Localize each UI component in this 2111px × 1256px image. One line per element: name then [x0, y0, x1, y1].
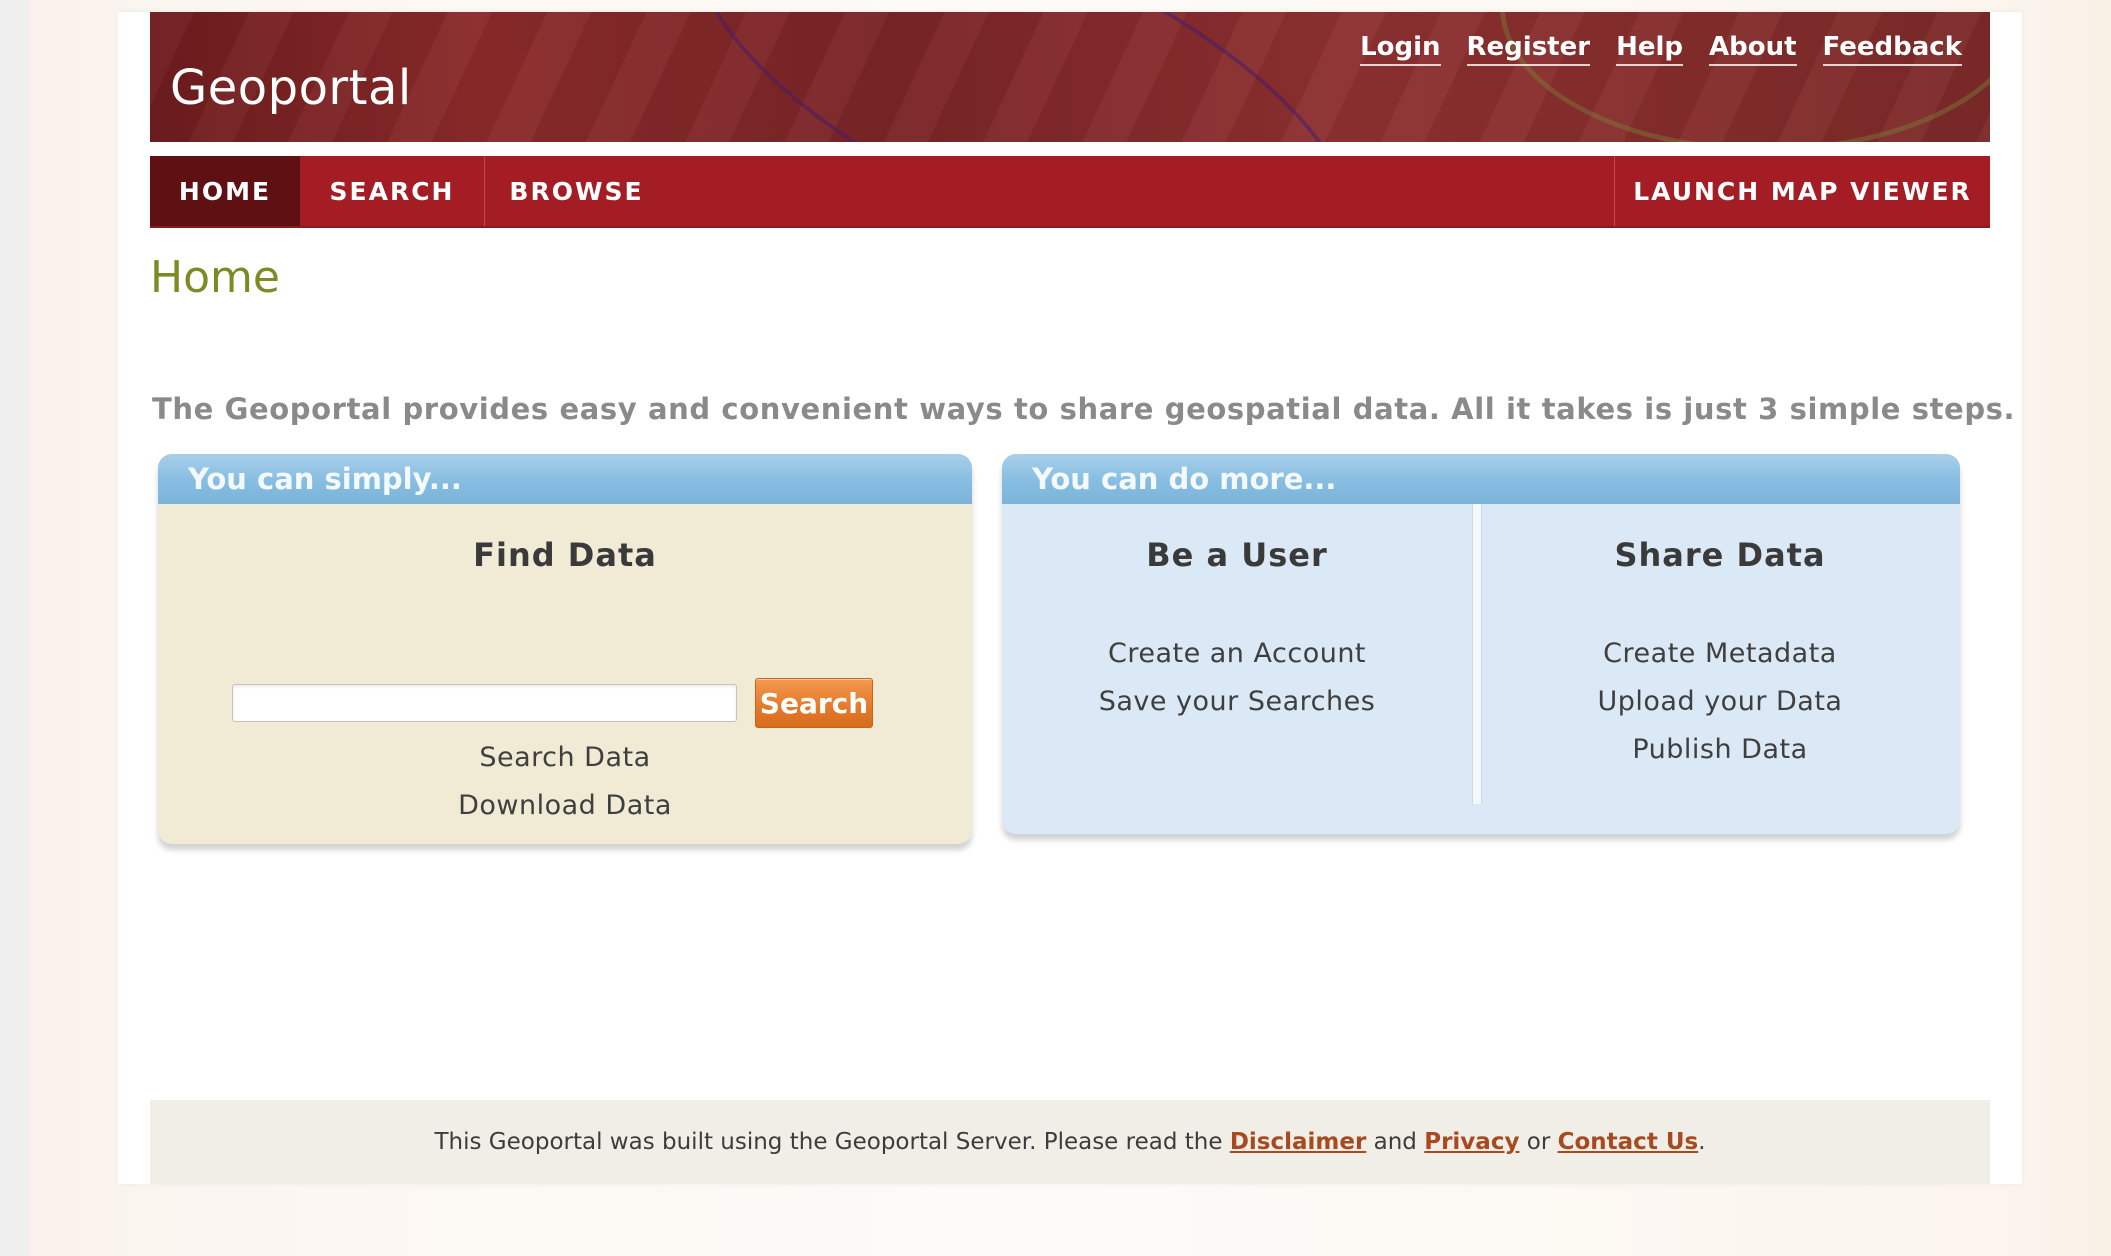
tab-search[interactable]: SEARCH — [300, 156, 485, 226]
intro-text: The Geoportal provides easy and convenie… — [152, 392, 2016, 426]
user-links: Create an Account Save your Searches — [1002, 630, 1472, 726]
simple-panel: You can simply... Find Data Search Searc… — [158, 454, 972, 844]
feedback-link[interactable]: Feedback — [1822, 32, 1962, 66]
help-link[interactable]: Help — [1616, 32, 1683, 66]
search-data-link[interactable]: Search Data — [158, 734, 972, 782]
footer-or: or — [1526, 1129, 1551, 1155]
page-container: Geoportal Login Register Help About Feed… — [118, 12, 2022, 1184]
search-input[interactable] — [232, 684, 737, 722]
left-edge-strip — [0, 0, 30, 1256]
header-banner: Geoportal Login Register Help About Feed… — [150, 12, 1990, 142]
be-a-user-heading: Be a User — [1146, 536, 1328, 574]
find-data-links: Search Data Download Data — [158, 734, 972, 830]
site-title: Geoportal — [170, 60, 412, 116]
launch-map-viewer-button[interactable]: LAUNCH MAP VIEWER — [1614, 156, 1990, 226]
page-title: Home — [150, 252, 280, 303]
create-account-link[interactable]: Create an Account — [1002, 630, 1472, 678]
find-data-heading: Find Data — [473, 536, 657, 574]
footer-period: . — [1698, 1129, 1706, 1155]
tab-home[interactable]: HOME — [150, 156, 300, 226]
tab-browse[interactable]: BROWSE — [484, 156, 669, 226]
download-data-link[interactable]: Download Data — [158, 782, 972, 830]
search-button[interactable]: Search — [755, 678, 873, 728]
footer-and: and — [1373, 1129, 1417, 1155]
more-panel-header: You can do more... — [1002, 454, 1960, 504]
register-link[interactable]: Register — [1466, 32, 1591, 66]
upload-data-link[interactable]: Upload your Data — [1480, 678, 1960, 726]
be-a-user-column: Be a User Create an Account Save your Se… — [1002, 504, 1472, 834]
privacy-link[interactable]: Privacy — [1424, 1129, 1519, 1155]
create-metadata-link[interactable]: Create Metadata — [1480, 630, 1960, 678]
top-links: Login Register Help About Feedback — [1360, 32, 1962, 66]
simple-panel-header: You can simply... — [158, 454, 972, 504]
search-row: Search — [232, 678, 873, 728]
main-nav: HOME SEARCH BROWSE LAUNCH MAP VIEWER — [150, 156, 1990, 228]
disclaimer-link[interactable]: Disclaimer — [1230, 1129, 1367, 1155]
share-links: Create Metadata Upload your Data Publish… — [1480, 630, 1960, 774]
contact-us-link[interactable]: Contact Us — [1558, 1129, 1699, 1155]
footer-text: This Geoportal was built using the Geopo… — [434, 1129, 1223, 1155]
save-searches-link[interactable]: Save your Searches — [1002, 678, 1472, 726]
share-data-column: Share Data Create Metadata Upload your D… — [1480, 504, 1960, 834]
find-data-column: Find Data Search Search Data Download Da… — [158, 504, 972, 844]
login-link[interactable]: Login — [1360, 32, 1441, 66]
about-link[interactable]: About — [1709, 32, 1797, 66]
publish-data-link[interactable]: Publish Data — [1480, 726, 1960, 774]
share-data-heading: Share Data — [1614, 536, 1826, 574]
more-panel: You can do more... Be a User Create an A… — [1002, 454, 1960, 834]
map-route-decoration — [646, 12, 1402, 142]
footer: This Geoportal was built using the Geopo… — [150, 1100, 1990, 1184]
